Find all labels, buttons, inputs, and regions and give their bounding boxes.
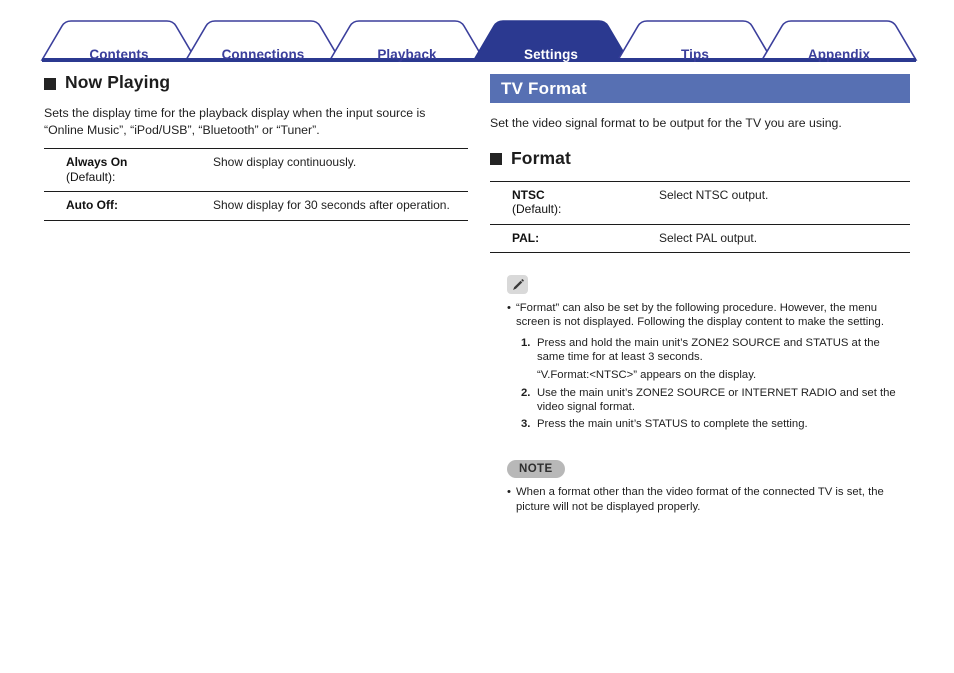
step-number: 3. — [521, 417, 531, 430]
memo-steps: 1. Press and hold the main unit’s ZONE2 … — [521, 336, 910, 431]
footer-navigation: Front panel Display Rear panel 180 Remot… — [0, 613, 954, 673]
format-options-table: NTSC (Default): Select NTSC output. PAL:… — [490, 180, 910, 254]
option-term: Always On (Default): — [44, 148, 209, 192]
square-bullet-icon — [44, 77, 56, 90]
option-term-label: PAL: — [512, 230, 540, 245]
step-number: 1. — [521, 336, 531, 349]
pencil-icon — [507, 275, 528, 294]
list-item: 3. Press the main unit’s STATUS to compl… — [521, 417, 910, 431]
option-default-label: (Default): — [66, 169, 116, 184]
memo-bullet: • “Format” can also be set by the follow… — [507, 301, 910, 330]
list-item: 2. Use the main unit’s ZONE2 SOURCE or I… — [521, 386, 910, 415]
option-term: NTSC (Default): — [490, 180, 655, 224]
manual-page: Contents Connections Playback Settings T… — [0, 0, 954, 673]
table-row: NTSC (Default): Select NTSC output. — [490, 180, 910, 224]
note-badge: NOTE — [507, 460, 565, 479]
option-description: Show display for 30 seconds after operat… — [209, 191, 468, 221]
now-playing-description: Sets the display time for the playback d… — [44, 106, 426, 137]
tab-contents[interactable]: Contents — [42, 47, 196, 62]
section-heading-format: Format — [490, 148, 910, 169]
tab-connections[interactable]: Connections — [186, 47, 340, 62]
step-subtext: “V.Format:<NTSC>” appears on the display… — [537, 368, 757, 381]
tab-navigation[interactable]: Contents Connections Playback Settings T… — [0, 16, 954, 62]
option-description: Show display continuously. — [209, 148, 468, 192]
option-term: Auto Off: — [44, 191, 209, 221]
note-bullet-text: When a format other than the video forma… — [516, 486, 884, 513]
bullet-dot-icon: • — [507, 302, 511, 314]
memo-block: • “Format” can also be set by the follow… — [490, 275, 910, 431]
note-bullet: • When a format other than the video for… — [507, 485, 910, 514]
left-column: Now Playing Sets the display time for th… — [44, 72, 468, 221]
option-term: PAL: — [490, 223, 655, 253]
memo-bullet-text: “Format” can also be set by the followin… — [516, 302, 884, 329]
option-description: Select PAL output. — [655, 223, 910, 253]
tab-playback[interactable]: Playback — [330, 47, 484, 62]
option-default-label: (Default): — [512, 202, 562, 216]
bullet-dot-icon: • — [507, 486, 511, 499]
step-text: Press the main unit’s STATUS to complete… — [537, 417, 808, 430]
note-block: NOTE • When a format other than the vide… — [490, 459, 910, 514]
section-title-bar: TV Format — [490, 74, 910, 103]
heading-text: Now Playing — [65, 72, 171, 92]
option-term-label: Always On — [66, 155, 128, 169]
section-title-text: TV Format — [501, 78, 587, 98]
step-number: 2. — [521, 387, 531, 400]
step-text: Press and hold the main unit’s ZONE2 SOU… — [537, 336, 880, 364]
tab-appendix[interactable]: Appendix — [762, 47, 916, 62]
step-text: Use the main unit’s ZONE2 SOURCE or INTE… — [537, 387, 896, 414]
tab-tips[interactable]: Tips — [618, 47, 772, 62]
square-bullet-icon — [490, 153, 502, 165]
tv-format-description: Set the video signal format to be output… — [490, 116, 842, 130]
option-term-label: NTSC — [512, 187, 545, 202]
heading-text: Format — [511, 147, 571, 168]
table-row: PAL: Select PAL output. — [490, 223, 910, 253]
now-playing-options-table: Always On (Default): Show display contin… — [44, 148, 468, 221]
section-heading-now-playing: Now Playing — [44, 72, 468, 93]
table-row: Always On (Default): Show display contin… — [44, 148, 468, 192]
table-row: Auto Off: Show display for 30 seconds af… — [44, 191, 468, 221]
list-item: 1. Press and hold the main unit’s ZONE2 … — [521, 336, 910, 365]
right-column: TV Format Set the video signal format to… — [490, 74, 910, 514]
option-term-label: Auto Off: — [66, 198, 118, 212]
tab-settings[interactable]: Settings — [474, 47, 628, 62]
option-description: Select NTSC output. — [655, 180, 910, 224]
